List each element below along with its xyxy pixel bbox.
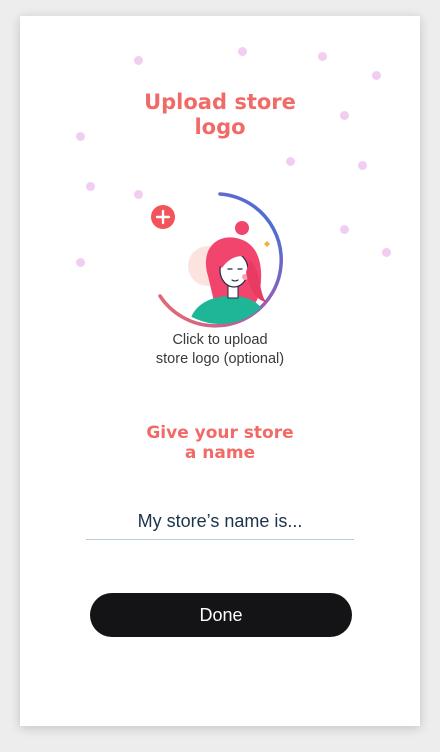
store-name-title-line2: a name — [184, 443, 256, 464]
decor-dot — [76, 258, 85, 267]
decor-dot — [358, 161, 367, 170]
decor-dot — [134, 56, 143, 65]
plus-circle-icon[interactable] — [150, 204, 176, 230]
upload-logo-title: Upload store logo — [20, 90, 420, 140]
decor-dot — [372, 71, 381, 80]
store-name-title-line1: Give your store — [146, 423, 294, 443]
decor-dot — [86, 182, 95, 191]
decor-dot — [318, 52, 327, 61]
decor-dot — [340, 225, 349, 234]
screen-card: Upload store logo Click to upload store … — [20, 16, 420, 726]
store-name-input[interactable] — [86, 503, 354, 540]
decor-dot — [382, 248, 391, 257]
upload-logo-caption: Click to upload store logo (optional) — [20, 331, 420, 369]
upload-caption-line1: Click to upload — [172, 332, 268, 348]
decor-dot — [134, 190, 143, 199]
upload-caption-line2: store logo (optional) — [155, 350, 285, 367]
upload-logo-title-line2: logo — [194, 115, 246, 140]
upload-logo-button[interactable] — [150, 190, 290, 330]
done-button[interactable]: Done — [90, 593, 352, 637]
decor-dot — [286, 157, 295, 166]
upload-logo-title-line1: Upload store — [144, 90, 296, 114]
store-name-title: Give your store a name — [20, 423, 420, 464]
decor-dot — [238, 47, 247, 56]
